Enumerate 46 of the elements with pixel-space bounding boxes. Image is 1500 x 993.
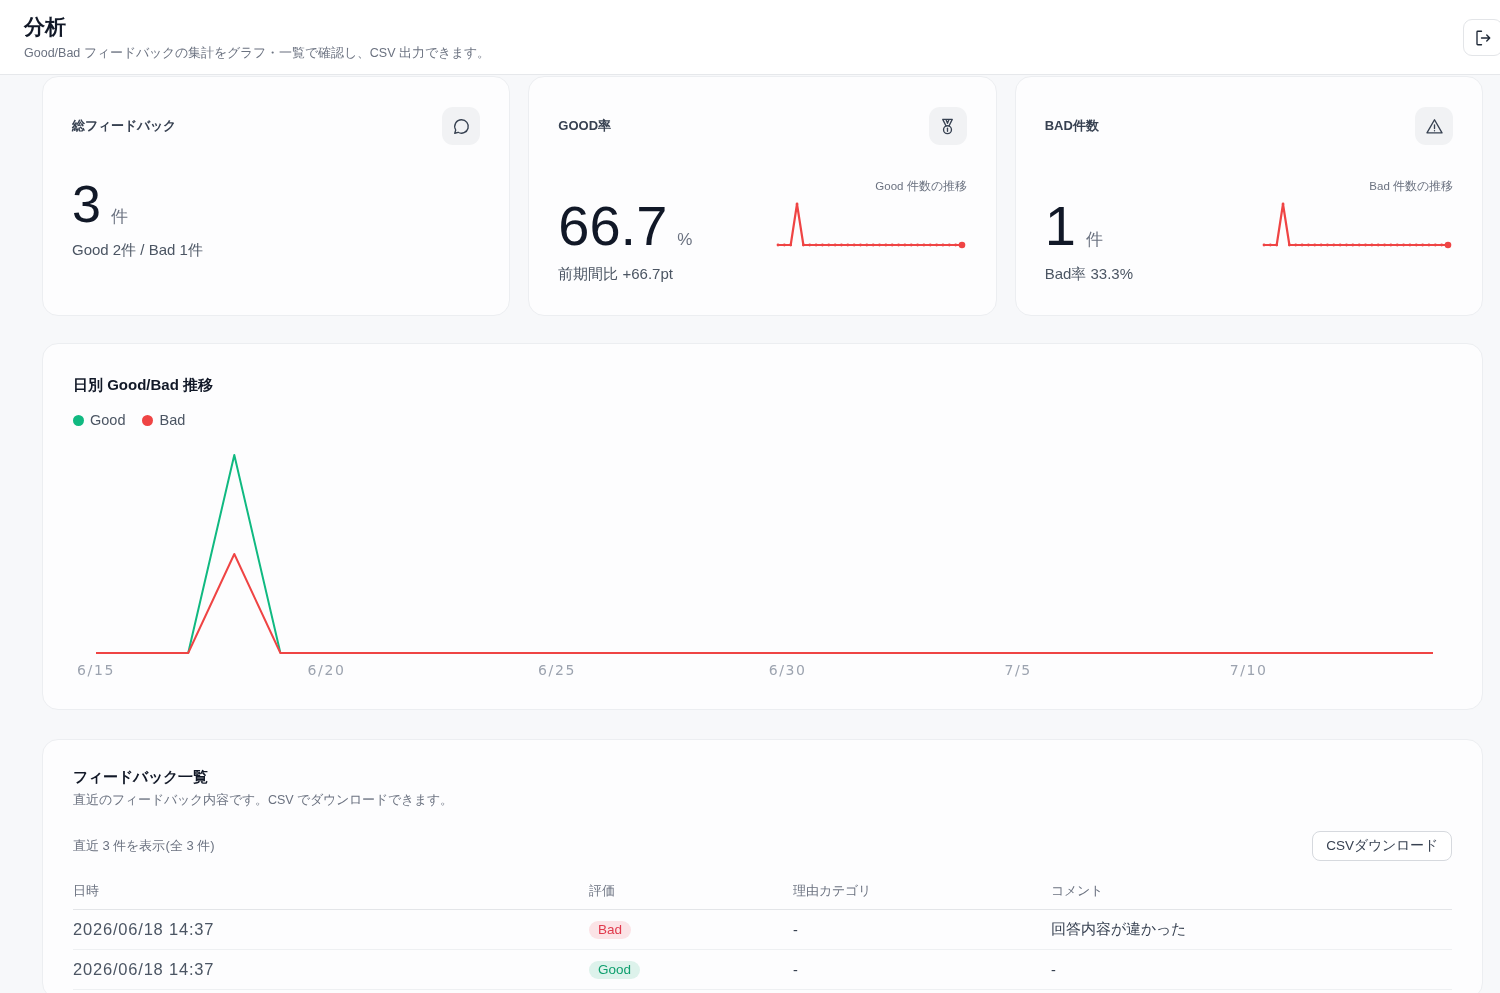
sign-out-button[interactable] xyxy=(1463,19,1500,56)
table-cell: 2026/06/18 14:37 xyxy=(73,920,215,939)
medal-icon xyxy=(928,107,967,145)
page-title: 分析 xyxy=(24,14,67,40)
csv-download-button[interactable]: CSVダウンロード xyxy=(1312,831,1452,861)
table-cell: 2026/06/18 14:37 xyxy=(73,960,215,979)
speech-bubble-icon xyxy=(442,107,481,145)
stat-detail: Bad率 33.3% xyxy=(1044,264,1134,284)
stat-unit: 件 xyxy=(110,206,128,228)
stat-detail: 前期間比 +66.7pt xyxy=(558,264,674,284)
section-description: 直近のフィードバック内容です。CSV でダウンロードできます。 xyxy=(73,792,455,809)
card-title: GOOD率 xyxy=(558,117,612,135)
column-header: コメント xyxy=(1051,883,1103,900)
card-title: 総フィードバック xyxy=(72,117,176,135)
axis-label: 6/30 xyxy=(768,662,807,678)
stat-value: 3 xyxy=(72,178,101,230)
exit-icon xyxy=(1474,28,1492,47)
column-header: 理由カテゴリ xyxy=(793,883,871,900)
stat-unit: % xyxy=(677,230,693,250)
sparkline-label: Bad 件数の推移 xyxy=(1369,179,1453,194)
section-title: フィードバック一覧 xyxy=(73,768,209,787)
rating-tag: Bad xyxy=(589,921,632,939)
column-header: 評価 xyxy=(589,883,615,900)
chart-title: 日別 Good/Bad 推移 xyxy=(73,375,214,395)
page-subtitle: Good/Bad フィードバックの集計をグラフ・一覧で確認し、CSV 出力できます。 xyxy=(24,45,490,62)
card-title: BAD件数 xyxy=(1044,117,1099,135)
rating-tag: Good xyxy=(589,961,641,979)
table-cell: - xyxy=(1051,961,1056,978)
stat-value: 66.7 xyxy=(558,198,668,254)
stat-detail: Good 2件 / Bad 1件 xyxy=(72,240,203,260)
stat-value: 1 xyxy=(1044,198,1076,254)
table-cell: 回答内容が違かった xyxy=(1051,920,1186,939)
axis-label: 7/10 xyxy=(1229,662,1268,678)
table-cell: - xyxy=(793,921,798,938)
axis-label: 7/5 xyxy=(1004,662,1032,678)
axis-label: 6/25 xyxy=(538,662,576,678)
result-count: 直近 3 件を表示(全 3 件) xyxy=(73,837,215,855)
axis-label: 6/20 xyxy=(307,662,346,678)
column-header: 日時 xyxy=(73,883,99,900)
table-cell: - xyxy=(793,961,798,978)
warning-icon xyxy=(1415,107,1453,145)
stat-unit: 件 xyxy=(1085,229,1103,251)
legend-label: Bad xyxy=(159,412,186,428)
axis-label: 6/15 xyxy=(77,662,115,678)
sparkline-label: Good 件数の推移 xyxy=(875,179,967,194)
legend-label: Good xyxy=(90,412,126,428)
